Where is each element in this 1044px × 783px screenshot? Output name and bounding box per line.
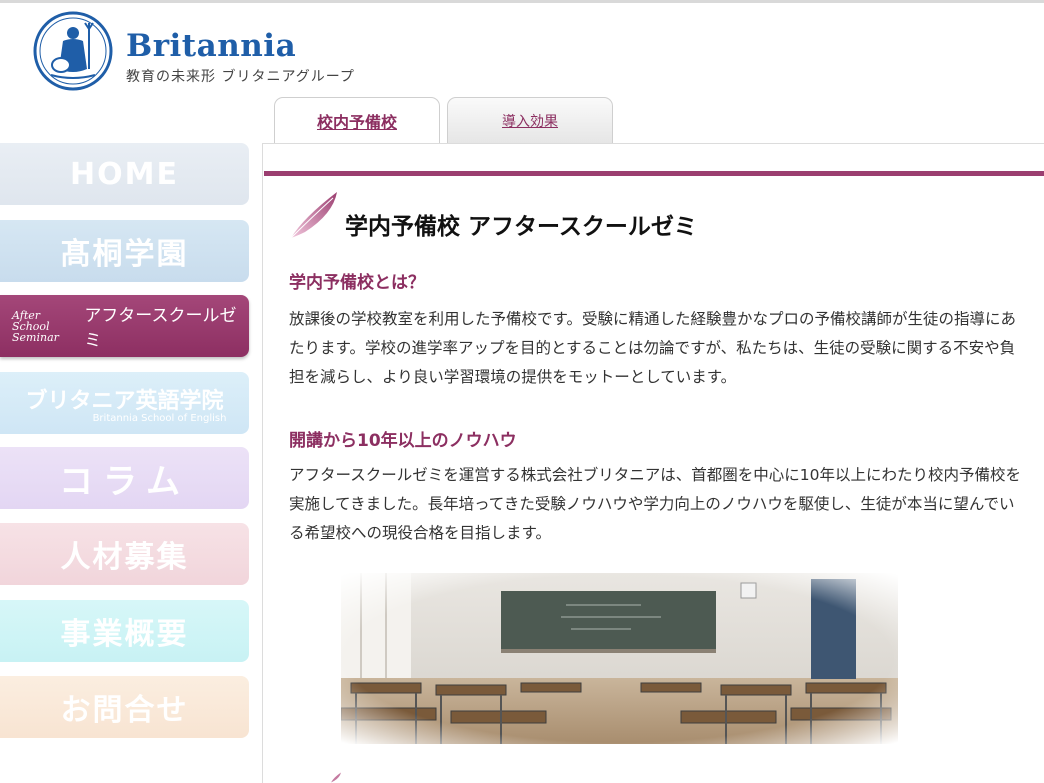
after-school-seminar-logo: After School Seminar <box>12 308 59 344</box>
nav-label: HOME <box>70 156 179 192</box>
nav-item-contact[interactable]: お問合せ <box>0 676 249 738</box>
section-text-about: 放課後の学校教室を利用した予備校です。受験に精通した経験豊かなプロの予備校講師が… <box>289 310 1016 386</box>
nav-item-after-school-seminar[interactable]: After School Seminar アフタースクールゼミ <box>0 295 249 357</box>
quill-feather-icon <box>331 772 341 783</box>
section-text-knowhow: アフタースクールゼミを運営する株式会社ブリタニアは、首都圏を中心に10年以上にわ… <box>289 466 1021 542</box>
nav-label: 髙桐学園 <box>60 237 189 272</box>
section-heading-knowhow: 開講から10年以上のノウハウ <box>289 431 517 451</box>
nav-item-english-school[interactable]: ブリタニア英語学院 Britannia School of English <box>0 372 249 434</box>
nav-label: ブリタニア英語学院 <box>25 388 224 414</box>
nav-label: 人材募集 <box>60 540 189 575</box>
nav-item-business[interactable]: 事業概要 <box>0 600 249 662</box>
nav-item-column[interactable]: コラム <box>0 447 249 509</box>
quill-feather-icon <box>290 192 337 239</box>
tab-effects[interactable]: 導入効果 <box>447 97 613 143</box>
nav-label: お問合せ <box>60 693 189 728</box>
nav-item-recruit[interactable]: 人材募集 <box>0 523 249 585</box>
brand-tagline: 教育の未来形 ブリタニアグループ <box>126 69 355 85</box>
nav-label: アフタースクールゼミ <box>84 306 237 351</box>
nav-sublabel: Britannia School of English <box>92 412 227 424</box>
nav-label: 事業概要 <box>60 617 189 652</box>
nav-item-home[interactable]: HOME <box>0 143 249 205</box>
panel-top-border <box>262 143 1044 144</box>
brand-name: Britannia <box>126 28 297 64</box>
content-accent-bar <box>264 171 1044 176</box>
panel-left-border <box>262 143 263 783</box>
site-logo[interactable]: Britannia 教育の未来形 ブリタニアグループ <box>33 11 393 97</box>
classroom-photo <box>341 573 898 744</box>
section-heading-about: 学内予備校とは？ <box>289 273 425 293</box>
page-title: 学内予備校 アフタースクールゼミ <box>345 214 697 240</box>
britannia-emblem-icon <box>33 11 113 91</box>
tab-school-prep[interactable]: 校内予備校 <box>274 97 440 144</box>
nav-item-gakuen[interactable]: 髙桐学園 <box>0 220 249 282</box>
nav-label: コラム <box>59 461 190 502</box>
top-border <box>0 0 1044 3</box>
